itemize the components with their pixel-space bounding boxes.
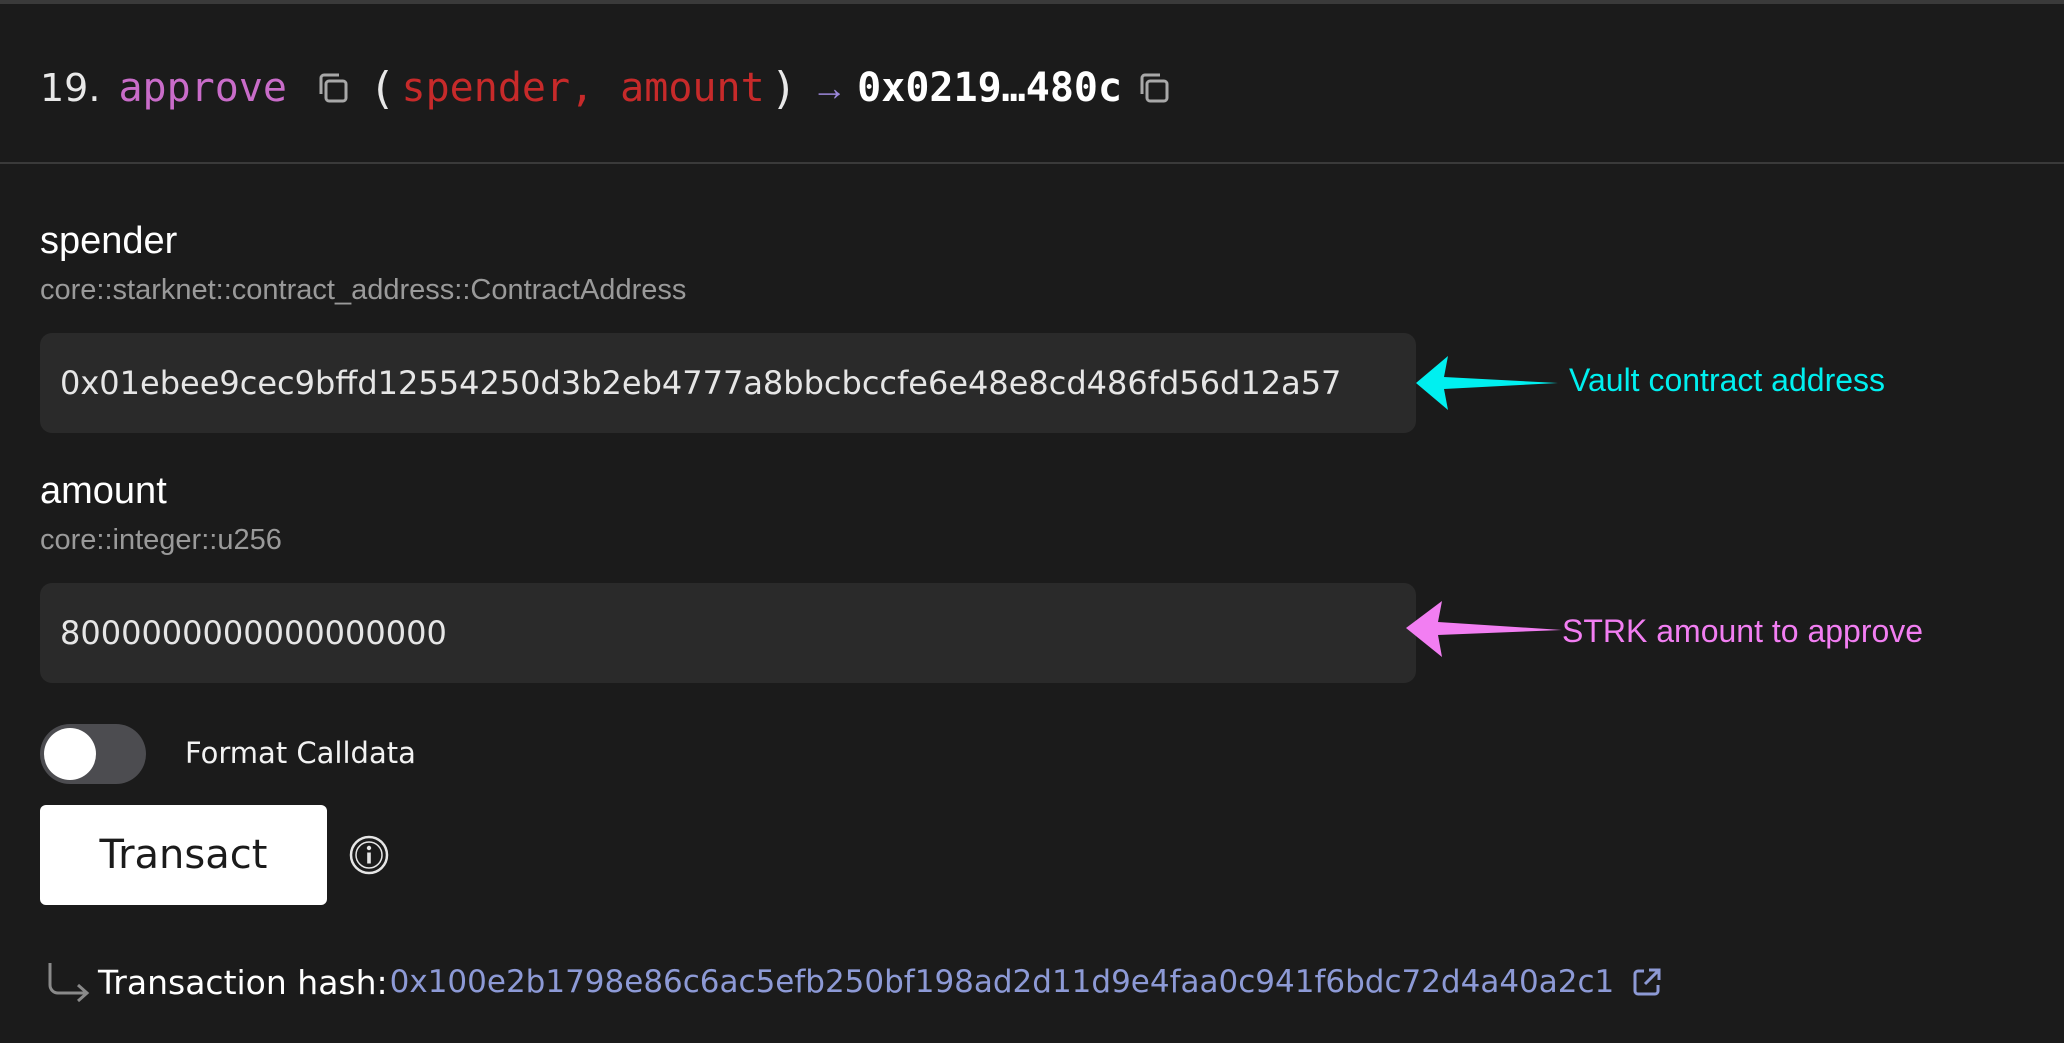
return-arrow: → (811, 67, 848, 108)
function-name: approve (118, 65, 288, 111)
copy-return-icon[interactable] (1134, 68, 1174, 108)
function-index: 19. (40, 66, 101, 110)
amount-type: core::integer::u256 (40, 524, 282, 556)
pink-arrow-icon (1406, 601, 1562, 657)
function-signature: 19. approve ( spender, amount ) → 0x0219… (40, 58, 1174, 118)
transaction-hash-link[interactable]: 0x100e2b1798e86c6ac5efb250bf198ad2d11d9e… (390, 964, 1615, 1000)
transaction-hash-label: Transaction hash: (98, 962, 388, 1002)
copy-icon[interactable] (313, 68, 353, 108)
close-paren: ) (770, 62, 798, 114)
external-link-icon[interactable] (1630, 965, 1664, 999)
toggle-knob (44, 728, 96, 780)
spender-input-wrapper (40, 333, 1416, 433)
spender-label: spender (40, 220, 178, 262)
spender-type: core::starknet::contract_address::Contra… (40, 274, 687, 306)
format-calldata-toggle[interactable] (40, 724, 146, 784)
annotation-vault-address: Vault contract address (1569, 362, 1886, 398)
annotation-strk-amount: STRK amount to approve (1562, 613, 1924, 649)
transaction-hash-row: Transaction hash: 0x100e2b1798e86c6ac5ef… (44, 952, 1664, 1012)
amount-label: amount (40, 470, 167, 512)
param-amount: amount (620, 65, 765, 111)
return-arrow-icon (48, 963, 90, 1003)
open-paren: ( (369, 62, 396, 114)
cyan-arrow-icon (1416, 356, 1558, 410)
info-icon[interactable] (348, 834, 390, 876)
param-spender: spender, (401, 65, 595, 111)
transact-button[interactable]: Transact (40, 805, 327, 905)
spender-input[interactable] (60, 364, 1396, 402)
function-header: 19. approve ( spender, amount ) → 0x0219… (0, 4, 2064, 164)
amount-input[interactable] (60, 614, 1396, 652)
amount-input-wrapper (40, 583, 1416, 683)
return-value: 0x0219…480c (857, 65, 1123, 111)
format-calldata-label: Format Calldata (185, 736, 416, 770)
